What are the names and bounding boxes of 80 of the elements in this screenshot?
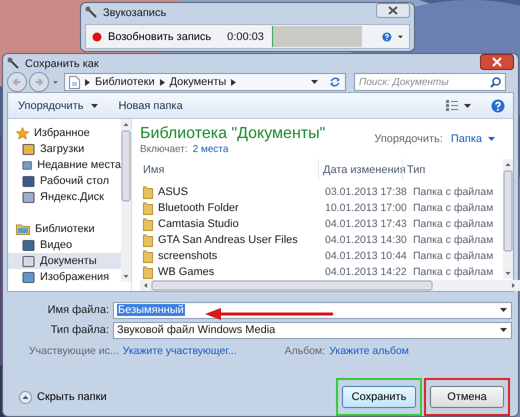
breadcrumb-item[interactable]: Библиотеки [95, 76, 155, 88]
date-cell-text: 04.01.2013 10:44 [324, 250, 408, 262]
caret-icon[interactable] [311, 80, 318, 84]
sidebar-group[interactable]: Избранное [8, 125, 121, 141]
file-name[interactable]: WB Games [158, 266, 214, 278]
window-title: Сохранить как [25, 57, 99, 72]
star-icon [16, 126, 29, 140]
column-header[interactable]: Имя [140, 159, 318, 181]
sidebar-item[interactable]: Рабочий стол [8, 173, 121, 189]
sidebar-group[interactable]: Библиотеки [8, 221, 121, 237]
caret-icon[interactable] [500, 308, 507, 312]
caret-icon [500, 328, 507, 332]
type-cell-text: Папка с файлам [412, 250, 494, 262]
file-type-dropdown[interactable]: Звуковой файл Windows Media [113, 322, 512, 338]
help-icon[interactable] [382, 30, 392, 44]
collapse-icon [19, 390, 32, 404]
microphone-icon [85, 6, 99, 20]
help-icon[interactable] [491, 98, 505, 112]
type-cell-text: Папка с файлам [412, 202, 494, 214]
close-icon[interactable] [480, 54, 514, 70]
new-folder-button[interactable]: Новая папка [118, 100, 183, 112]
sidebar-item[interactable]: Недавние места [8, 157, 121, 173]
resume-recording-button[interactable]: Возобновить запись [92, 30, 212, 42]
date-cell-text: 03.01.2013 17:38 [324, 186, 408, 198]
scrollbar[interactable] [140, 280, 520, 291]
window-title: Звукозапись [103, 6, 166, 21]
date-cell-text: 10.01.2013 17:00 [324, 202, 408, 214]
recording-time: 0:00:03 [227, 30, 264, 42]
sidebar-item[interactable]: Яндекс.Диск [8, 189, 121, 205]
caret-icon [488, 137, 495, 141]
sidebar-item[interactable]: Документы [8, 253, 121, 269]
chevron-icon [85, 78, 90, 86]
includes-label: Включает: [140, 144, 188, 155]
caret-icon [91, 104, 98, 108]
metadata-link[interactable]: Укажите альбом [329, 345, 409, 357]
type-cell-text: Папка с файлам [412, 186, 494, 198]
file-name-field[interactable]: Безымянный [113, 302, 512, 318]
type-cell-text: Папка с файлам [412, 218, 494, 230]
refresh-icon[interactable] [329, 76, 341, 88]
file-name[interactable]: Camtasia Studio [158, 218, 239, 230]
search-field[interactable]: Поиск: Документы [354, 73, 506, 91]
date-cell-text: 04.01.2013 14:30 [324, 234, 408, 246]
file-name[interactable]: ASUS [158, 186, 188, 198]
save-button[interactable]: Сохранить [342, 386, 416, 408]
scrollbar[interactable] [121, 119, 131, 282]
caret-icon[interactable] [464, 104, 471, 108]
metadata-link[interactable]: Укажите участвующег... [122, 345, 237, 357]
caret-icon[interactable] [398, 34, 403, 38]
record-icon [92, 32, 102, 42]
sidebar-item[interactable]: Видео [8, 237, 121, 253]
field-label: Тип файла: [50, 324, 109, 336]
breadcrumb-item[interactable]: Документы [170, 76, 226, 88]
address-bar[interactable]: Библиотеки Документы [64, 73, 346, 91]
chevron-icon [160, 78, 165, 86]
sidebar-item[interactable]: Изображения [8, 269, 121, 285]
hide-folders-button[interactable]: Скрыть папки [9, 390, 107, 404]
scrollbar[interactable] [503, 159, 513, 279]
metadata-label: Участвующие ис... [29, 345, 119, 357]
type-cell-text: Папка с файлам [412, 234, 494, 246]
close-icon[interactable] [376, 3, 410, 18]
microphone-icon [7, 57, 21, 71]
search-icon [490, 77, 501, 88]
date-cell-text: 04.01.2013 17:43 [324, 218, 408, 230]
arrange-menu[interactable]: Папка [450, 133, 495, 145]
file-name[interactable]: GTA San Andreas User Files [158, 234, 298, 246]
library-title: Библиотека "Документы" [140, 124, 326, 143]
sidebar-item[interactable]: Загрузки [8, 141, 121, 157]
chevron-icon [231, 78, 236, 86]
organize-menu[interactable]: Упорядочить [18, 100, 98, 112]
type-cell-text: Папка с файлам [412, 266, 494, 278]
arrange-label: Упорядочить: [374, 133, 443, 145]
metadata-label: Альбом: [284, 345, 326, 357]
view-icon[interactable] [446, 100, 458, 111]
cancel-button[interactable]: Отмена [430, 386, 504, 408]
file-name[interactable]: Bluetooth Folder [158, 202, 239, 214]
file-name[interactable]: screenshots [158, 250, 218, 262]
date-cell-text: 04.01.2013 14:22 [324, 266, 408, 278]
field-label: Имя файла: [46, 304, 109, 316]
document-icon [69, 76, 80, 88]
locations-link[interactable]: 2 места [192, 144, 228, 155]
